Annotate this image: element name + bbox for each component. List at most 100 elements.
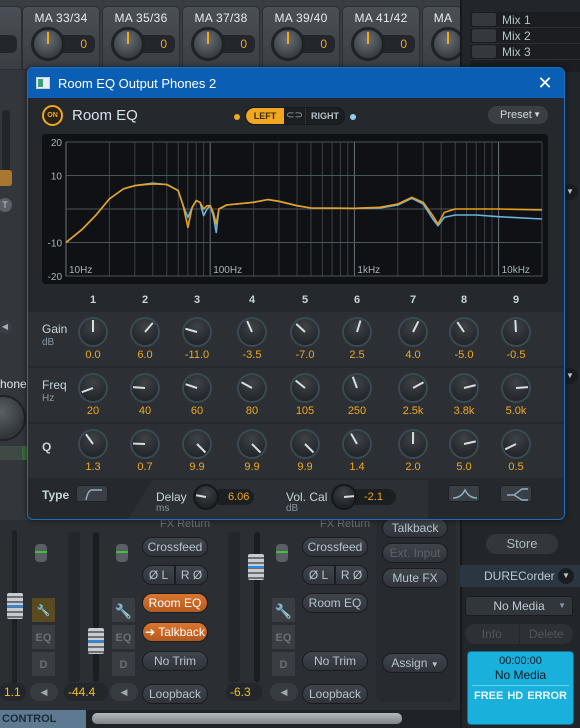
scroll-left-arrow[interactable]: ◀ (270, 683, 298, 701)
delay-knob[interactable] (193, 484, 219, 510)
loopback-button[interactable]: Loopback (302, 684, 368, 704)
mix-list-item[interactable]: Mix 2 (470, 28, 580, 44)
freq-knob[interactable] (237, 373, 267, 403)
freq-value[interactable]: 250 (335, 405, 379, 417)
gain-knob[interactable] (130, 317, 160, 347)
gain-value[interactable]: 6.0 (123, 349, 167, 361)
phase-right-button[interactable]: R Ø (335, 565, 368, 585)
preset-dropdown[interactable]: Preset ▼ (488, 106, 548, 124)
ext-input-button[interactable]: Ext. Input (382, 543, 448, 563)
q-value[interactable]: 1.4 (335, 461, 379, 473)
pan-knob[interactable] (431, 27, 461, 61)
no-trim-button[interactable]: No Trim (302, 651, 368, 671)
room-eq-button[interactable]: Room EQ (142, 593, 208, 613)
freq-value[interactable]: 3.8k (442, 405, 486, 417)
vol-cal-value[interactable]: -2.1 (354, 489, 396, 505)
tab-dynamics[interactable]: D (111, 651, 136, 677)
gain-value[interactable]: -11.0 (175, 349, 219, 361)
fader-handle[interactable] (248, 554, 264, 580)
link-channels-icon[interactable]: ⊂⊃ (284, 108, 306, 124)
gain-value[interactable]: 4.0 (391, 349, 435, 361)
q-knob[interactable] (290, 429, 320, 459)
freq-knob[interactable] (501, 373, 531, 403)
freq-knob[interactable] (342, 373, 372, 403)
band1-type-lowcut-button[interactable] (76, 485, 108, 502)
q-value[interactable]: 9.9 (283, 461, 327, 473)
q-value[interactable]: 1.3 (71, 461, 115, 473)
eq-frequency-response-graph[interactable]: 20 10 -10 -20 10Hz 100Hz 1kHz 10kHz (42, 134, 548, 284)
q-knob[interactable] (130, 429, 160, 459)
scroll-left-arrow[interactable]: ◀ (0, 320, 12, 334)
talkback-button[interactable]: ➔ Talkback (142, 622, 208, 642)
delete-button[interactable]: Delete (518, 624, 574, 644)
q-knob[interactable] (501, 429, 531, 459)
talkback-toggle[interactable]: T (0, 198, 12, 212)
eq-on-toggle[interactable]: ON (42, 105, 63, 126)
info-button[interactable]: Info (465, 624, 519, 644)
freq-knob[interactable] (78, 373, 108, 403)
phones-volume-knob[interactable] (0, 395, 26, 441)
pan-knob[interactable] (31, 27, 65, 61)
pan-knob[interactable] (191, 27, 225, 61)
scroll-left-arrow[interactable]: ◀ (110, 683, 138, 701)
right-channel-button[interactable]: RIGHT (306, 108, 344, 124)
horizontal-scrollbar[interactable] (92, 713, 402, 724)
freq-value[interactable]: 20 (71, 405, 115, 417)
fader-handle[interactable] (7, 593, 23, 619)
freq-value[interactable]: 105 (283, 405, 327, 417)
gain-value[interactable]: -7.0 (283, 349, 327, 361)
gain-value[interactable]: -0.5 (494, 349, 538, 361)
q-value[interactable]: 2.0 (391, 461, 435, 473)
mix-list-item[interactable]: Mix 3 (470, 44, 580, 60)
store-button[interactable]: Store (486, 534, 558, 554)
gain-knob[interactable] (398, 317, 428, 347)
tab-eq[interactable]: EQ (31, 624, 56, 650)
band9-type-shelf-button[interactable] (500, 485, 532, 502)
scroll-left-arrow[interactable]: ◀ (30, 683, 58, 701)
media-select-dropdown[interactable]: No Media ▼ (465, 596, 573, 616)
q-knob[interactable] (237, 429, 267, 459)
crossfeed-button[interactable]: Crossfeed (302, 537, 368, 557)
gain-knob[interactable] (501, 317, 531, 347)
q-value[interactable]: 0.5 (494, 461, 538, 473)
freq-value[interactable]: 5.0k (494, 405, 538, 417)
settings-tab-wrench-icon[interactable]: 🔧 (111, 597, 136, 623)
dialog-titlebar[interactable]: Room EQ Output Phones 2 ✕ (28, 68, 564, 98)
q-knob[interactable] (78, 429, 108, 459)
gain-value[interactable]: -5.0 (442, 349, 486, 361)
trim-fader-handle[interactable] (276, 544, 288, 562)
pan-knob[interactable] (111, 27, 145, 61)
gain-knob[interactable] (342, 317, 372, 347)
crossfeed-button[interactable]: Crossfeed (142, 537, 208, 557)
fader-handle[interactable] (0, 170, 12, 186)
settings-tab-wrench-icon[interactable]: 🔧 (271, 597, 296, 623)
mix-list-item[interactable]: Mix 1 (470, 12, 580, 28)
q-value[interactable]: 0.7 (123, 461, 167, 473)
settings-tab-wrench-icon[interactable]: 🔧 (31, 597, 56, 623)
mute-fx-button[interactable]: Mute FX (382, 568, 448, 588)
freq-knob[interactable] (182, 373, 212, 403)
vol-cal-knob[interactable] (331, 484, 357, 510)
loopback-button[interactable]: Loopback (142, 684, 208, 704)
q-knob[interactable] (398, 429, 428, 459)
q-knob[interactable] (342, 429, 372, 459)
gain-knob[interactable] (182, 317, 212, 347)
mix-select-button[interactable] (472, 45, 496, 58)
mix-select-button[interactable] (472, 13, 496, 26)
tab-eq[interactable]: EQ (111, 624, 136, 650)
room-eq-button[interactable]: Room EQ (302, 593, 368, 613)
gain-knob[interactable] (290, 317, 320, 347)
freq-knob[interactable] (398, 373, 428, 403)
band8-type-peak-button[interactable] (448, 485, 480, 502)
phase-left-button[interactable]: Ø L (142, 565, 175, 585)
freq-value[interactable]: 60 (175, 405, 219, 417)
pan-knob[interactable] (351, 27, 385, 61)
freq-value[interactable]: 40 (123, 405, 167, 417)
assign-dropdown[interactable]: Assign ▼ (382, 653, 448, 673)
tab-eq[interactable]: EQ (271, 624, 296, 650)
freq-knob[interactable] (449, 373, 479, 403)
q-knob[interactable] (182, 429, 212, 459)
talkback-button[interactable]: Talkback (382, 518, 448, 538)
phase-left-button[interactable]: Ø L (302, 565, 335, 585)
left-channel-button[interactable]: LEFT (246, 108, 284, 124)
